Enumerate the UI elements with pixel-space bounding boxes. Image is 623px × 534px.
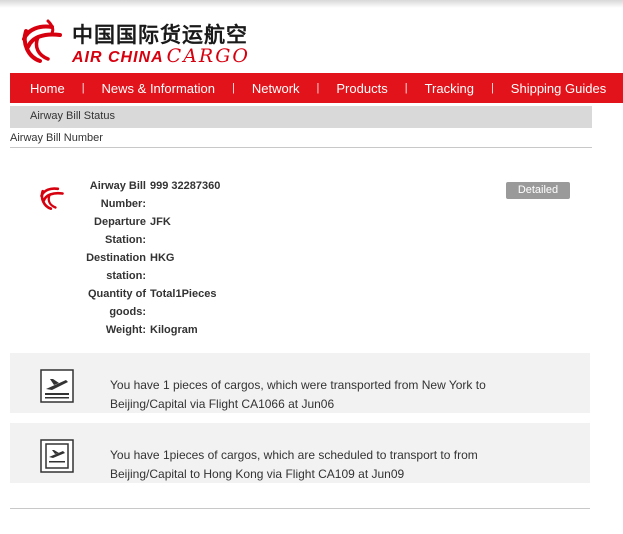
detailed-button[interactable]: Detailed (506, 182, 570, 199)
detail-value: 999 32287360 (150, 180, 221, 192)
nav-item-network[interactable]: Network (252, 81, 300, 96)
detail-label: Airway Bill Number: (89, 180, 146, 210)
brand-name-english: AIR CHINA CARGO (72, 45, 250, 67)
nav-item-home[interactable]: Home (30, 81, 65, 96)
departing-flight-icon (40, 369, 74, 403)
tab-airway-bill-status[interactable]: Airway Bill Status (30, 110, 115, 122)
airway-bill-details: Airway Bill Number: 999 32287360 Departure… (80, 177, 220, 339)
route-description: You have 1pieces of cargos, which are sc… (110, 448, 478, 481)
brand-name-air-china: AIR CHINA (72, 49, 164, 66)
air-china-phoenix-logo-icon[interactable] (18, 17, 66, 65)
nav-separator: | (81, 82, 85, 94)
nav-item-news-information[interactable]: News & Information (102, 81, 215, 96)
detail-value: HKG (150, 252, 175, 264)
detail-row: Airway Bill Number: 999 32287360 (80, 177, 221, 213)
detail-value: JFK (150, 216, 171, 228)
detail-label: Quantity of goods: (87, 288, 146, 318)
nav-separator: | (490, 82, 494, 94)
detail-label: Weight: (105, 324, 146, 336)
route-description: You have 1 pieces of cargos, which were … (110, 378, 486, 411)
detail-value: Total1Pieces (150, 288, 217, 300)
detail-row: Departure Station: JFK (80, 213, 220, 249)
route-card: You have 1 pieces of cargos, which were … (10, 353, 590, 413)
route-card: You have 1pieces of cargos, which are sc… (10, 423, 590, 483)
main-navigation-bar: Home | News & Information | Network | Products… (10, 73, 623, 103)
section-title: Airway Bill Number (10, 132, 103, 144)
brand-name-cargo: CARGO (166, 45, 250, 67)
detail-label: Departure Station: (94, 216, 146, 246)
scheduled-flight-icon (40, 439, 74, 473)
detail-row: Quantity of goods: Total1Pieces (80, 285, 220, 321)
divider (10, 147, 592, 148)
bottom-divider (10, 508, 590, 509)
nav-item-shipping-guides[interactable]: Shipping Guides (511, 81, 606, 96)
tab-bar: Airway Bill Status (10, 106, 592, 128)
top-shadow (0, 0, 623, 8)
detail-label: Destination station: (86, 252, 146, 282)
detail-row: Destination station: HKG (80, 249, 220, 285)
air-china-phoenix-small-icon (40, 187, 64, 210)
nav-separator: | (316, 82, 320, 94)
detail-row: Weight: Kilogram (80, 321, 220, 339)
nav-item-tracking[interactable]: Tracking (425, 81, 474, 96)
nav-item-products[interactable]: Products (336, 81, 387, 96)
site-header: 中国国际货运航空 AIR CHINA CARGO (0, 8, 623, 73)
nav-separator: | (231, 82, 235, 94)
detail-value: Kilogram (150, 324, 198, 336)
nav-separator: | (404, 82, 408, 94)
